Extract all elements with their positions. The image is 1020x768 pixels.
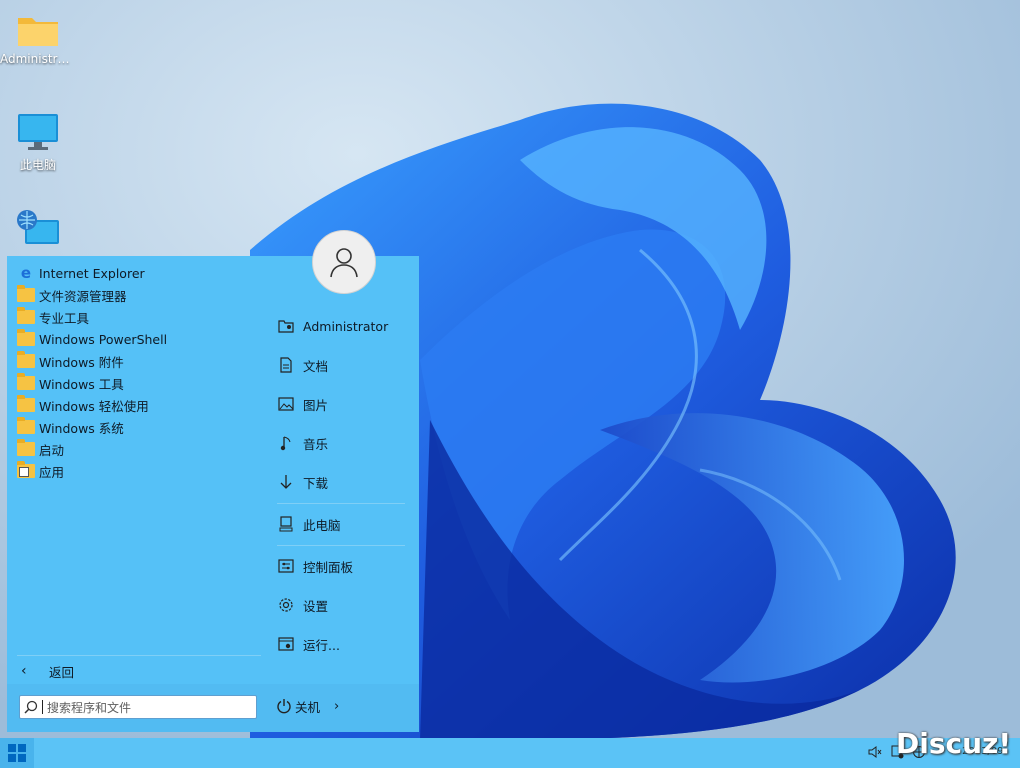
control-panel-icon (273, 559, 299, 573)
windows-logo-icon (8, 744, 26, 762)
search-placeholder: 搜索程序和文件 (47, 700, 132, 715)
program-label: Internet Explorer (39, 265, 145, 281)
divider (277, 545, 405, 546)
back-button[interactable]: ‹ 返回 (21, 660, 74, 682)
place-label: 文档 (303, 358, 329, 374)
folder-icon (17, 439, 35, 456)
document-icon (273, 357, 299, 373)
place-label: 运行... (303, 637, 340, 653)
user-icon (330, 248, 358, 278)
program-label: 专业工具 (39, 310, 90, 326)
download-icon (273, 474, 299, 490)
picture-icon (273, 397, 299, 411)
start-menu: e Internet Explorer 文件资源管理器 专业工具 Windows… (7, 230, 419, 732)
program-label: Windows 轻松使用 (39, 398, 149, 414)
place-label: 设置 (303, 598, 329, 614)
place-label: Administrator (303, 318, 389, 334)
program-item-explorer[interactable]: 文件资源管理器 (17, 284, 261, 306)
program-label: Windows PowerShell (39, 331, 168, 347)
divider (17, 655, 261, 656)
apps-folder-icon (17, 461, 35, 478)
folder-icon (17, 373, 35, 390)
place-label: 此电脑 (303, 517, 341, 533)
program-item-ease-of-access[interactable]: Windows 轻松使用 (17, 394, 261, 416)
shutdown-label: 关机 (295, 699, 321, 715)
place-music[interactable]: 音乐 (269, 431, 409, 455)
ie-icon: e (20, 264, 32, 282)
chevron-left-icon: ‹ (21, 663, 27, 679)
divider (277, 503, 405, 504)
desktop-icon-this-pc[interactable]: 此电脑 (0, 112, 76, 173)
program-item-pro-tools[interactable]: 专业工具 (17, 306, 261, 328)
program-item-tools[interactable]: Windows 工具 (17, 372, 261, 394)
start-button[interactable] (0, 738, 34, 768)
computer-icon (273, 516, 299, 532)
folder-icon (17, 307, 35, 324)
desktop-icon-label: Administra... (0, 52, 76, 66)
program-label: 文件资源管理器 (39, 288, 127, 304)
program-list: e Internet Explorer 文件资源管理器 专业工具 Windows… (17, 262, 261, 482)
place-control-panel[interactable]: 控制面板 (269, 554, 409, 578)
network-icon (17, 210, 59, 244)
discuz-watermark: Discuz! (896, 727, 1012, 760)
chevron-right-icon[interactable]: › (334, 699, 339, 714)
folder-icon (17, 285, 35, 302)
power-icon (273, 695, 295, 717)
program-item-ie[interactable]: e Internet Explorer (17, 262, 261, 284)
folder-icon (18, 18, 58, 46)
music-icon (273, 435, 299, 451)
place-administrator[interactable]: Administrator (269, 314, 409, 338)
start-menu-programs: e Internet Explorer 文件资源管理器 专业工具 Windows… (7, 256, 267, 732)
place-label: 控制面板 (303, 559, 354, 575)
program-label: Windows 附件 (39, 354, 124, 370)
folder-icon (17, 417, 35, 434)
desktop-icon-admin-folder[interactable]: Administra... (0, 12, 76, 66)
desktop-icon-label: 此电脑 (19, 158, 56, 172)
program-item-accessories[interactable]: Windows 附件 (17, 350, 261, 372)
program-item-system[interactable]: Windows 系统 (17, 416, 261, 438)
place-settings[interactable]: 设置 (269, 593, 409, 617)
gear-icon (273, 597, 299, 613)
folder-icon (17, 329, 35, 346)
program-item-startup[interactable]: 启动 (17, 438, 261, 460)
program-label: Windows 系统 (39, 420, 124, 436)
search-icon (20, 696, 42, 718)
place-documents[interactable]: 文档 (269, 353, 409, 377)
place-label: 图片 (303, 397, 329, 413)
place-label: 下载 (303, 475, 329, 491)
text-caret (42, 700, 43, 714)
place-downloads[interactable]: 下载 (269, 470, 409, 494)
user-folder-icon (273, 319, 299, 333)
shutdown-button[interactable]: 关机 › (273, 695, 339, 717)
program-item-powershell[interactable]: Windows PowerShell (17, 328, 261, 350)
volume-muted-icon[interactable] (868, 745, 882, 762)
place-pictures[interactable]: 图片 (269, 392, 409, 416)
desktop-icon-network[interactable] (0, 208, 76, 256)
place-run[interactable]: 运行... (269, 632, 409, 656)
user-avatar[interactable] (312, 230, 376, 294)
search-input[interactable]: 搜索程序和文件 (19, 695, 257, 719)
monitor-icon (18, 114, 58, 150)
program-label: 启动 (39, 442, 65, 458)
place-label: 音乐 (303, 436, 329, 452)
run-icon (273, 637, 299, 651)
taskbar (0, 738, 1020, 768)
folder-icon (17, 395, 35, 412)
program-label: Windows 工具 (39, 376, 124, 392)
back-label: 返回 (49, 664, 75, 680)
folder-icon (17, 351, 35, 368)
program-item-apps[interactable]: 应用 (17, 460, 261, 482)
place-this-pc[interactable]: 此电脑 (269, 512, 409, 536)
program-label: 应用 (39, 464, 65, 480)
